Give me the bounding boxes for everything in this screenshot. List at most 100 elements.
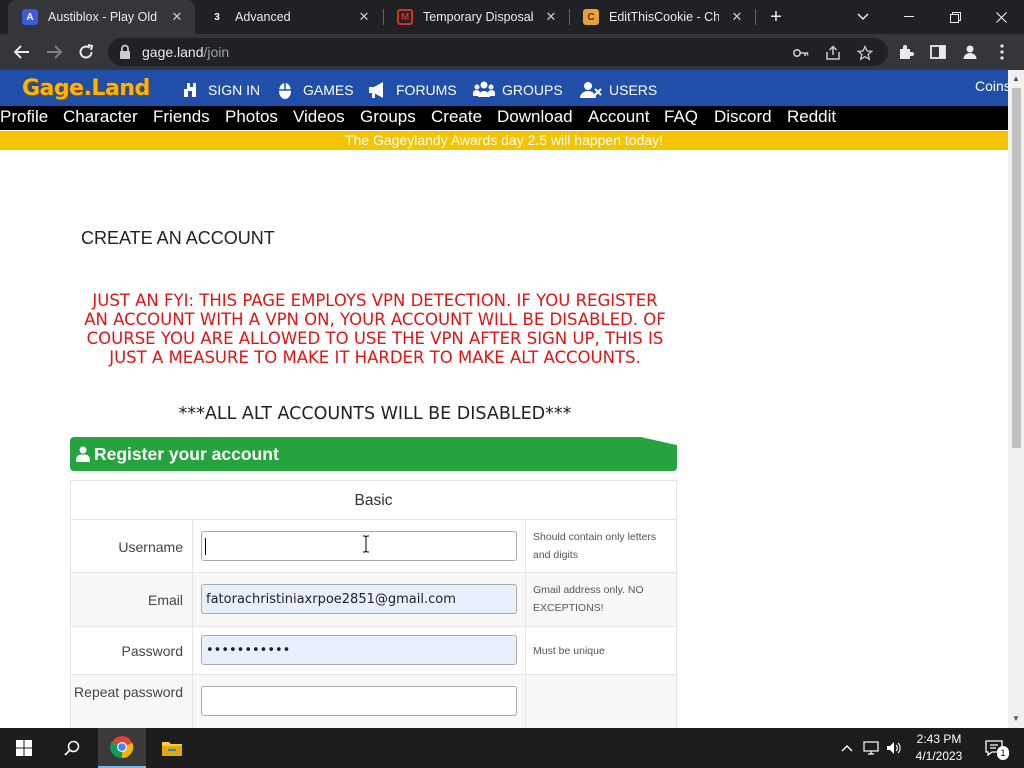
clock-time: 2:43 PM	[916, 732, 962, 746]
forward-arrow-icon[interactable]	[42, 40, 66, 64]
email-row: Email Gmail address only. NO EXCEPTIONS!	[71, 573, 676, 627]
register-form: Basic Username Should contain only lette…	[70, 480, 677, 731]
menu-reddit[interactable]: Reddit	[787, 106, 836, 130]
menu-photos[interactable]: Photos	[225, 106, 278, 130]
repeat-password-input[interactable]	[201, 686, 517, 716]
taskbar-clock[interactable]: 2:43 PM 4/1/2023	[904, 731, 974, 765]
nav-forums-label: FORUMS	[396, 82, 457, 98]
profile-avatar-icon[interactable]	[960, 42, 980, 62]
close-window-icon[interactable]	[978, 0, 1024, 34]
side-panel-icon[interactable]	[928, 42, 948, 62]
password-label: Password	[121, 643, 183, 659]
username-input[interactable]	[201, 531, 517, 561]
nav-users[interactable]: USERS	[580, 80, 657, 100]
section-basic-heading: Basic	[71, 481, 676, 520]
cookie-favicon-icon: C	[583, 9, 599, 25]
nav-sign-in[interactable]: SIGN IN	[179, 80, 260, 100]
page-scrollbar[interactable]: ▲ ▼	[1008, 70, 1024, 728]
scrollbar-thumb[interactable]	[1012, 88, 1021, 448]
austiblox-favicon-icon: A	[22, 9, 38, 25]
browser-tab-editthiscookie[interactable]: C EditThisCookie - Chron ✕	[569, 0, 755, 34]
lock-icon	[120, 44, 130, 59]
minimize-icon[interactable]	[886, 0, 932, 34]
chrome-taskbar-icon[interactable]	[98, 728, 146, 768]
cell-divider	[525, 627, 526, 674]
close-tab-icon[interactable]: ✕	[543, 9, 559, 25]
repeat-password-row: Repeat password	[71, 675, 676, 731]
network-icon[interactable]	[860, 728, 882, 768]
share-icon[interactable]	[824, 44, 842, 62]
advanced-favicon-icon: 3	[209, 9, 225, 25]
reload-icon[interactable]	[74, 40, 98, 64]
scroll-up-arrow-icon[interactable]: ▲	[1012, 74, 1020, 83]
tab-title: Austiblox - Play Old Bri	[48, 10, 159, 24]
password-key-icon[interactable]	[792, 44, 810, 62]
mail-favicon-icon: M	[397, 9, 413, 25]
alt-accounts-warning: ***ALL ALT ACCOUNTS WILL BE DISABLED***	[178, 404, 572, 424]
register-panel-title: Register your account	[94, 444, 279, 464]
restore-icon[interactable]	[932, 0, 978, 34]
extensions-puzzle-icon[interactable]	[896, 42, 916, 62]
username-hint: Should contain only letters and digits	[533, 531, 657, 561]
username-label: Username	[118, 539, 183, 555]
password-hint: Must be unique	[533, 645, 605, 657]
menu-account[interactable]: Account	[588, 106, 649, 130]
bookmark-star-icon[interactable]	[856, 44, 874, 62]
close-tab-icon[interactable]: ✕	[169, 9, 185, 25]
tab-title: Advanced	[235, 10, 291, 24]
cell-divider	[192, 627, 193, 674]
site-menubar: Profile Character Friends Photos Videos …	[0, 106, 1008, 130]
menu-groups[interactable]: Groups	[360, 106, 416, 130]
email-hint: Gmail address only. NO EXCEPTIONS!	[533, 584, 644, 614]
menu-faq[interactable]: FAQ	[664, 106, 698, 130]
site-navbar: Gage.Land SIGN IN GAMES FORUMS GROUPS US…	[0, 70, 1011, 106]
browser-tab-austiblox[interactable]: A Austiblox - Play Old Bri ✕	[8, 0, 195, 34]
cell-divider	[192, 573, 193, 626]
url-text: gage.land/join	[142, 44, 230, 60]
nav-forums[interactable]: FORUMS	[367, 80, 457, 100]
nav-groups[interactable]: GROUPS	[473, 80, 563, 100]
tab-search-chevron-icon[interactable]	[840, 0, 886, 34]
tab-divider	[755, 9, 756, 25]
menu-discord[interactable]: Discord	[714, 106, 772, 130]
close-tab-icon[interactable]: ✕	[729, 9, 745, 25]
search-icon[interactable]	[48, 728, 96, 768]
gage-land-logo[interactable]: Gage.Land	[22, 76, 150, 101]
windows-taskbar: 2:43 PM 4/1/2023 1	[0, 728, 1024, 768]
menu-create[interactable]: Create	[431, 106, 482, 130]
address-bar[interactable]: gage.land/join	[108, 38, 888, 66]
close-tab-icon[interactable]: ✕	[356, 9, 372, 25]
email-label: Email	[147, 592, 183, 608]
back-arrow-icon[interactable]	[10, 40, 34, 64]
new-tab-plus-icon[interactable]: +	[766, 7, 786, 27]
menu-videos[interactable]: Videos	[293, 106, 345, 130]
coins-label[interactable]: Coins	[975, 78, 1011, 94]
menu-friends[interactable]: Friends	[153, 106, 210, 130]
scroll-down-arrow-icon[interactable]: ▼	[1012, 714, 1020, 723]
browser-menu-dots-icon[interactable]	[992, 42, 1012, 62]
password-row: Password Must be unique	[71, 627, 676, 675]
browser-tab-advanced[interactable]: 3 Advanced ✕	[195, 0, 382, 34]
volume-icon[interactable]	[884, 728, 904, 768]
file-explorer-icon[interactable]	[148, 728, 196, 768]
email-input[interactable]	[201, 584, 517, 614]
user-icon	[76, 446, 90, 462]
ibeam-cursor-icon	[363, 535, 369, 553]
tray-overflow-chevron-icon[interactable]	[838, 728, 856, 768]
windows-start-icon[interactable]	[0, 728, 48, 768]
username-row: Username Should contain only letters and…	[71, 520, 676, 573]
password-input[interactable]	[201, 635, 517, 665]
cell-divider	[525, 520, 526, 572]
menu-profile[interactable]: Profile	[0, 106, 48, 130]
menu-download[interactable]: Download	[497, 106, 573, 130]
clock-date: 4/1/2023	[915, 749, 963, 763]
nav-games[interactable]: GAMES	[274, 80, 354, 100]
tab-title: Temporary Disposable	[423, 10, 533, 24]
announcement-banner: The Gageylandy Awards day 2.5 will happe…	[0, 131, 1008, 150]
nav-groups-label: GROUPS	[502, 82, 563, 98]
browser-tab-temp-mail[interactable]: M Temporary Disposable ✕	[383, 0, 569, 34]
menu-character[interactable]: Character	[63, 106, 138, 130]
forums-icon	[367, 80, 389, 100]
browser-tabstrip: A Austiblox - Play Old Bri ✕ 3 Advanced …	[0, 0, 1024, 34]
games-icon	[274, 80, 296, 100]
